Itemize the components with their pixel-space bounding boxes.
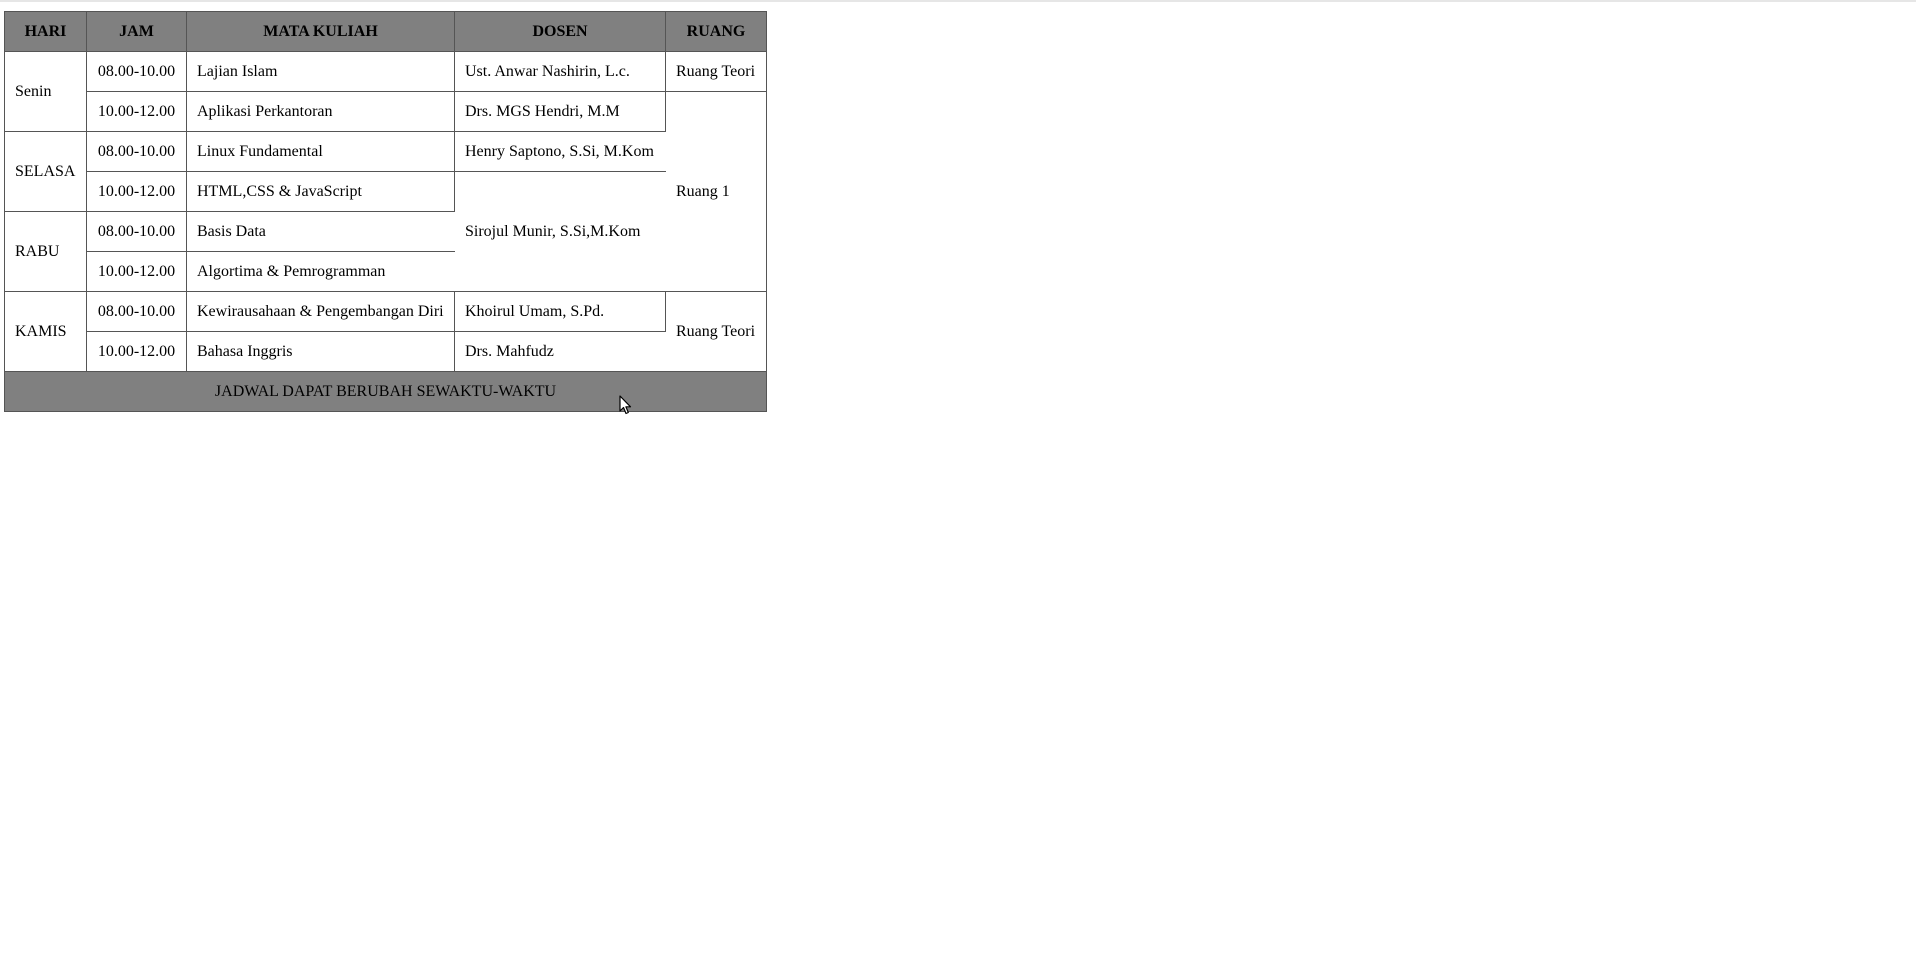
course-cell: Lajian Islam	[187, 52, 455, 92]
lecturer-cell: Khoirul Umam, S.Pd.	[455, 292, 666, 332]
table-row: 10.00-12.00 Bahasa Inggris Drs. Mahfudz	[5, 332, 766, 372]
lecturer-cell: Sirojul Munir, S.Si,M.Kom	[455, 172, 666, 292]
table-row: 10.00-12.00 HTML,CSS & JavaScript Siroju…	[5, 172, 766, 292]
time-cell: 10.00-12.00	[87, 172, 187, 212]
time-cell: 10.00-12.00	[87, 92, 187, 132]
day-cell: SELASA	[5, 132, 87, 212]
table-row: Senin 08.00-10.00 Lajian Islam Ust. Anwa…	[5, 52, 766, 132]
time-cell: 08.00-10.00	[87, 52, 187, 92]
course-cell: Kewirausahaan & Pengembangan Diri	[187, 292, 455, 332]
table-row: SELASA 08.00-10.00 Linux Fundamental Hen…	[5, 132, 766, 212]
table-row: KAMIS 08.00-10.00 Kewirausahaan & Pengem…	[5, 292, 766, 372]
mouse-pointer-icon	[619, 395, 632, 415]
header-lecturer: DOSEN	[455, 12, 666, 52]
lecturer-cell: Henry Saptono, S.Si, M.Kom	[455, 132, 666, 172]
course-cell: Linux Fundamental	[187, 132, 455, 172]
room-cell: Ruang Teori	[666, 292, 766, 372]
course-cell: Algortima & Pemrogramman	[187, 252, 455, 292]
day-cell: Senin	[5, 52, 87, 132]
header-row: HARI JAM MATA KULIAH DOSEN RUANG	[5, 12, 766, 52]
schedule-table: HARI JAM MATA KULIAH DOSEN RUANG Senin 0…	[4, 11, 767, 412]
course-cell: HTML,CSS & JavaScript	[187, 172, 455, 212]
header-day: HARI	[5, 12, 87, 52]
time-cell: 10.00-12.00	[87, 332, 187, 372]
lecturer-cell: Ust. Anwar Nashirin, L.c.	[455, 52, 666, 92]
schedule-notice: JADWAL DAPAT BERUBAH SEWAKTU-WAKTU	[5, 372, 766, 411]
top-divider	[0, 0, 1916, 2]
time-cell: 08.00-10.00	[87, 292, 187, 332]
footer-row: JADWAL DAPAT BERUBAH SEWAKTU-WAKTU	[5, 372, 766, 411]
header-time: JAM	[87, 12, 187, 52]
time-cell: 08.00-10.00	[87, 212, 187, 252]
course-cell: Aplikasi Perkantoran	[187, 92, 455, 132]
room-cell: Ruang Teori	[666, 52, 766, 92]
header-room: RUANG	[666, 12, 766, 52]
table-row: 10.00-12.00 Aplikasi Perkantoran Drs. MG…	[5, 92, 766, 292]
time-cell: 08.00-10.00	[87, 132, 187, 172]
room-cell: Ruang 1	[666, 92, 766, 292]
lecturer-cell: Drs. MGS Hendri, M.M	[455, 92, 666, 132]
course-cell: Basis Data	[187, 212, 455, 252]
day-cell: RABU	[5, 212, 87, 292]
header-course: MATA KULIAH	[187, 12, 455, 52]
course-cell: Bahasa Inggris	[187, 332, 455, 372]
time-cell: 10.00-12.00	[87, 252, 187, 292]
day-cell: KAMIS	[5, 292, 87, 372]
lecturer-cell: Drs. Mahfudz	[455, 332, 666, 372]
